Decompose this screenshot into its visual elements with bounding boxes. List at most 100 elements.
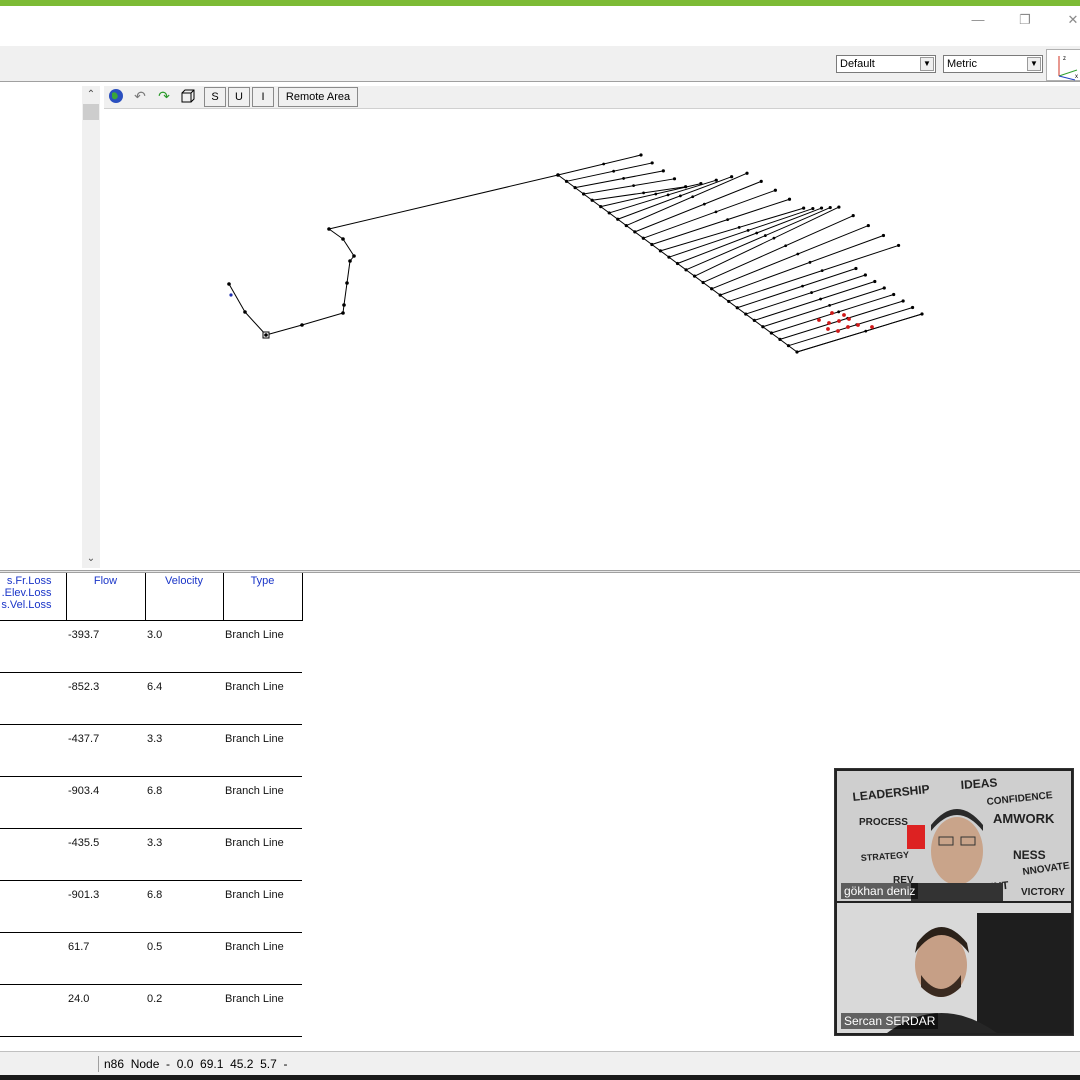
pipe-node[interactable] (345, 281, 349, 285)
pipe-node[interactable] (847, 317, 851, 321)
pipe-node[interactable] (920, 312, 924, 316)
pipe-node[interactable] (341, 237, 345, 241)
feed-main-segment[interactable] (265, 324, 303, 336)
box-3d-icon[interactable] (180, 88, 196, 104)
pipe-node[interactable] (684, 268, 688, 272)
pipe-node[interactable] (654, 192, 658, 196)
pipe-node[interactable] (892, 292, 896, 297)
pipe-node[interactable] (846, 325, 850, 329)
pipe-node[interactable] (786, 344, 791, 348)
pipe-node[interactable] (828, 205, 832, 210)
pipe-node[interactable] (755, 231, 759, 235)
pipe-node[interactable] (784, 244, 788, 248)
pipe-node[interactable] (796, 252, 800, 256)
pipe-node[interactable] (752, 318, 756, 322)
pipe-node[interactable] (837, 319, 841, 323)
pipe-node[interactable] (837, 205, 841, 209)
table-row[interactable]: -393.7 3.0 Branch Line (0, 620, 302, 673)
pipe-node[interactable] (863, 273, 867, 277)
table-row[interactable]: -852.3 6.4 Branch Line (0, 672, 302, 725)
branch-line[interactable] (566, 162, 653, 182)
table-row[interactable]: -901.3 6.8 Branch Line (0, 880, 302, 933)
pipe-node[interactable] (300, 323, 304, 327)
pipe-node[interactable] (761, 325, 765, 329)
tree-scrollbar[interactable]: ⌃ ⌄ (82, 86, 100, 568)
pipe-node[interactable] (802, 206, 806, 210)
dropdown-arrow-icon[interactable]: ▼ (920, 57, 934, 71)
pipe-node[interactable] (590, 198, 594, 202)
pipe-node[interactable] (714, 178, 718, 182)
pipe-node[interactable] (727, 299, 731, 304)
pipe-node[interactable] (691, 195, 695, 199)
pipe-node[interactable] (342, 303, 346, 307)
feed-main-segment[interactable] (342, 238, 355, 257)
pipe-node[interactable] (773, 188, 777, 192)
branch-line[interactable] (626, 172, 748, 227)
feed-main-segment[interactable] (343, 282, 348, 306)
pipe-node[interactable] (661, 169, 665, 173)
pipe-node[interactable] (348, 259, 352, 263)
pipe-node[interactable] (667, 255, 671, 259)
pipe-node[interactable] (769, 331, 773, 335)
pipe-node[interactable] (837, 310, 841, 314)
undo-icon[interactable]: ↶ (132, 88, 148, 104)
feed-main-segment[interactable] (328, 228, 344, 240)
pipe-node[interactable] (820, 269, 824, 273)
branch-line[interactable] (574, 170, 664, 189)
pipe-node[interactable] (737, 225, 741, 229)
feed-main-segment[interactable] (346, 260, 351, 284)
pipe-node[interactable] (718, 293, 722, 297)
pipe-node[interactable] (327, 227, 331, 231)
branch-line[interactable] (728, 244, 899, 302)
branch-line[interactable] (737, 267, 857, 309)
scroll-thumb[interactable] (83, 104, 99, 120)
pipe-node[interactable] (856, 323, 860, 327)
units-select[interactable]: Metric ▼ (943, 55, 1043, 73)
type-column-header[interactable]: Type (223, 573, 303, 621)
scroll-down-icon[interactable]: ⌄ (82, 550, 100, 568)
model-view-canvas[interactable] (104, 108, 1080, 569)
pipe-node[interactable] (745, 171, 749, 175)
pipe-node[interactable] (772, 236, 776, 240)
pipe-node[interactable] (672, 177, 677, 181)
pipe-node[interactable] (612, 169, 616, 173)
branch-line[interactable] (660, 207, 804, 252)
pipe-node[interactable] (882, 286, 886, 290)
pipe-node[interactable] (650, 161, 654, 165)
pipe-node[interactable] (873, 279, 877, 284)
pipe-node[interactable] (243, 310, 247, 314)
pipe-node[interactable] (599, 205, 603, 209)
pipe-node[interactable] (808, 260, 812, 264)
branch-line[interactable] (702, 215, 854, 283)
pipe-node[interactable] (726, 218, 729, 222)
pipe-node[interactable] (746, 229, 750, 232)
pipe-node[interactable] (714, 210, 718, 214)
pipe-node[interactable] (607, 211, 611, 215)
pipe-node[interactable] (735, 306, 739, 310)
pipe-node[interactable] (622, 177, 626, 180)
table-row[interactable]: 24.0 0.2 Branch Line (0, 984, 302, 1037)
pipe-node[interactable] (819, 206, 824, 210)
feed-main-segment[interactable] (228, 283, 246, 313)
branch-line[interactable] (779, 300, 904, 340)
flow-column-header[interactable]: Flow (66, 573, 146, 621)
pipe-node[interactable] (701, 280, 705, 285)
pipe-node[interactable] (763, 234, 767, 237)
pipe-node[interactable] (795, 350, 799, 354)
pipe-node[interactable] (910, 305, 915, 310)
globe-icon[interactable] (108, 88, 124, 104)
branch-line[interactable] (583, 178, 675, 195)
velocity-column-header[interactable]: Velocity (145, 573, 224, 621)
pipe-node[interactable] (684, 185, 688, 189)
dropdown-arrow-icon[interactable]: ▼ (1027, 57, 1041, 71)
pipe-node[interactable] (556, 173, 560, 177)
axis-orientation-icon[interactable]: z x (1046, 49, 1080, 81)
view-select[interactable]: Default ▼ (836, 55, 936, 73)
branch-line[interactable] (557, 154, 642, 176)
pipe-node[interactable] (866, 223, 870, 228)
restore-icon[interactable]: ❐ (1010, 10, 1040, 30)
pipe-node[interactable] (352, 254, 356, 258)
pipe-node[interactable] (341, 311, 345, 315)
pipe-node[interactable] (710, 287, 714, 291)
pipe-node[interactable] (699, 182, 703, 186)
